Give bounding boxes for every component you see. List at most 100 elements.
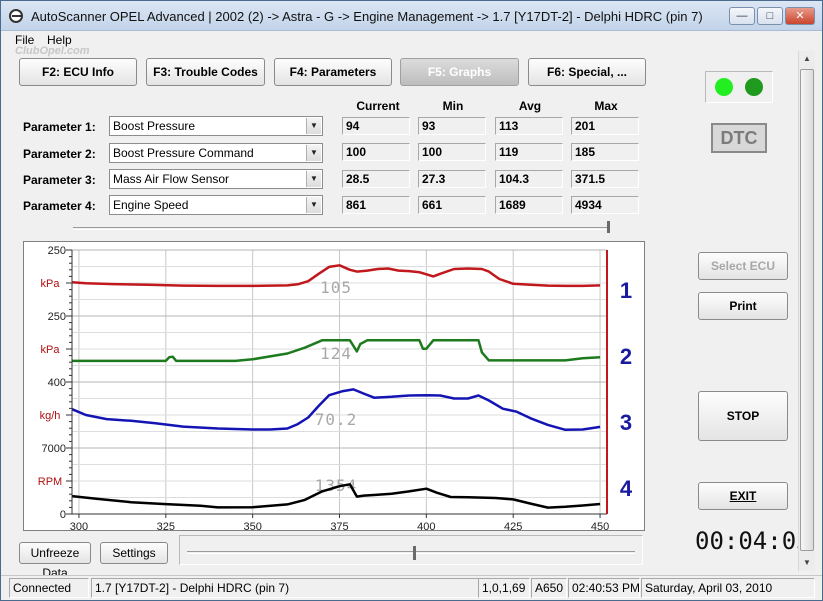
tab-parameters[interactable]: F4: Parameters — [274, 58, 392, 86]
parameter-4-value: Engine Speed — [113, 198, 189, 212]
lane-index-label: 2 — [620, 344, 632, 369]
lane-index-label: 1 — [620, 278, 632, 303]
parameter-1-current: 94 — [342, 117, 410, 135]
parameter-2-current: 100 — [342, 143, 410, 161]
status-ecu: 1.7 [Y17DT-2] - Delphi HDRC (pin 7) — [91, 578, 479, 598]
lane-watermark-value: 124 — [320, 344, 352, 363]
tab-trouble-codes[interactable]: F3: Trouble Codes — [146, 58, 265, 86]
parameter-3-label: Parameter 3: — [23, 173, 96, 187]
y-tick-label: 250 — [48, 311, 66, 323]
y-zero-label: 0 — [60, 509, 66, 521]
parameter-4-label: Parameter 4: — [23, 199, 96, 213]
parameter-1-value: Boost Pressure — [113, 119, 196, 133]
y-tick-label: 7000 — [42, 443, 66, 455]
parameter-4-avg: 1689 — [495, 196, 563, 214]
scroll-slider-handle[interactable] — [413, 546, 416, 560]
parameter-1-min: 93 — [418, 117, 486, 135]
lane-index-label: 3 — [620, 410, 632, 435]
app-window: AutoScanner OPEL Advanced | 2002 (2) -> … — [0, 0, 823, 601]
parameter-1-select[interactable]: Boost Pressure ▼ — [109, 116, 323, 136]
range-slider-track[interactable] — [73, 227, 609, 230]
lane-unit-label: kPa — [41, 278, 61, 290]
graph-panel: 250 kPa 105 1 250 kPa 124 2 400 kg/h 70.2 3 7000 RPM 1… — [23, 241, 645, 533]
stop-button[interactable]: STOP — [698, 391, 788, 441]
settings-button[interactable]: Settings — [100, 542, 168, 564]
chevron-down-icon[interactable]: ▼ — [306, 171, 321, 187]
parameter-2-min: 100 — [418, 143, 486, 161]
parameter-3-select[interactable]: Mass Air Flow Sensor ▼ — [109, 169, 323, 189]
parameter-3-max: 371.5 — [571, 170, 639, 188]
close-button[interactable]: ✕ — [785, 7, 815, 25]
y-tick-label: 400 — [48, 377, 66, 389]
y-tick-label: 250 — [48, 245, 66, 257]
range-slider-handle[interactable] — [607, 221, 610, 233]
status-connection: Connected — [9, 578, 89, 598]
tab-ecu-info[interactable]: F2: ECU Info — [19, 58, 137, 86]
opel-logo-icon — [9, 9, 23, 23]
status-code: 1,0,1,69 — [478, 578, 530, 598]
parameter-4-min: 661 — [418, 196, 486, 214]
x-tick-label: 450 — [591, 521, 609, 530]
header-current: Current — [356, 99, 400, 113]
lane-unit-label: kPa — [41, 344, 61, 356]
chevron-down-icon[interactable]: ▼ — [306, 145, 321, 161]
lane-watermark-value: 70.2 — [315, 410, 358, 429]
select-ecu-button[interactable]: Select ECU — [698, 252, 788, 280]
watermark-text: ClubOpel.com — [15, 45, 90, 57]
parameter-4-max: 4934 — [571, 196, 639, 214]
status-bar: Connected 1.7 [Y17DT-2] - Delphi HDRC (p… — [1, 575, 822, 600]
dtc-indicator: DTC — [711, 123, 767, 153]
parameter-3-avg: 104.3 — [495, 170, 563, 188]
unfreeze-data-button[interactable]: Unfreeze Data — [19, 542, 91, 580]
header-avg: Avg — [518, 99, 542, 113]
lane-index-label: 4 — [620, 476, 633, 501]
scroll-down-icon[interactable]: ▼ — [799, 555, 815, 571]
exit-button[interactable]: EXIT — [698, 482, 788, 510]
x-tick-label: 425 — [504, 521, 522, 530]
chevron-down-icon[interactable]: ▼ — [306, 197, 321, 213]
tab-graphs[interactable]: F5: Graphs — [400, 58, 519, 86]
status-led-icon — [745, 78, 763, 96]
scroll-up-icon[interactable]: ▲ — [799, 51, 815, 67]
header-max: Max — [594, 99, 618, 113]
lane-watermark-value: 105 — [320, 278, 352, 297]
parameter-1-label: Parameter 1: — [23, 120, 96, 134]
status-time: 02:40:53 PM — [568, 578, 640, 598]
title-bar[interactable]: AutoScanner OPEL Advanced | 2002 (2) -> … — [1, 1, 822, 31]
window-title: AutoScanner OPEL Advanced | 2002 (2) -> … — [31, 9, 703, 24]
parameter-4-current: 861 — [342, 196, 410, 214]
menu-bar: File Help — [1, 31, 822, 49]
scroll-slider-track[interactable] — [187, 551, 635, 554]
parameter-4-select[interactable]: Engine Speed ▼ — [109, 195, 323, 215]
x-tick-label: 350 — [243, 521, 261, 530]
status-date: Saturday, April 03, 2010 — [641, 578, 815, 598]
parameter-2-select[interactable]: Boost Pressure Command ▼ — [109, 143, 323, 163]
parameter-3-min: 27.3 — [418, 170, 486, 188]
parameter-3-value: Mass Air Flow Sensor — [113, 172, 230, 186]
series-line-4 — [71, 483, 601, 509]
graph-chart: 250kPa 105 1250kPa 124 2400kg/h 70.2 37000RPM 1… — [38, 245, 633, 533]
x-tick-label: 375 — [330, 521, 348, 530]
parameter-2-value: Boost Pressure Command — [113, 146, 254, 160]
print-button[interactable]: Print — [698, 292, 788, 320]
status-id: A650 — [531, 578, 567, 598]
tab-special[interactable]: F6: Special, ... — [528, 58, 646, 86]
lane-unit-label: RPM — [38, 476, 62, 488]
elapsed-timer: 00:04:03 — [695, 527, 811, 555]
x-tick-label: 300 — [70, 521, 88, 530]
parameter-2-avg: 119 — [495, 143, 563, 161]
parameter-3-current: 28.5 — [342, 170, 410, 188]
parameter-1-max: 201 — [571, 117, 639, 135]
scrollbar-thumb[interactable] — [800, 69, 814, 551]
minimize-button[interactable]: — — [729, 7, 755, 25]
lane-unit-label: kg/h — [40, 410, 61, 422]
vertical-scrollbar[interactable]: ▲ ▼ — [798, 51, 815, 571]
parameter-2-max: 185 — [571, 143, 639, 161]
status-led-icon — [715, 78, 733, 96]
parameter-1-avg: 113 — [495, 117, 563, 135]
maximize-button[interactable]: □ — [757, 7, 783, 25]
x-tick-label: 325 — [157, 521, 175, 530]
scroll-slider-panel — [179, 535, 643, 565]
chevron-down-icon[interactable]: ▼ — [306, 118, 321, 134]
parameter-2-label: Parameter 2: — [23, 147, 96, 161]
